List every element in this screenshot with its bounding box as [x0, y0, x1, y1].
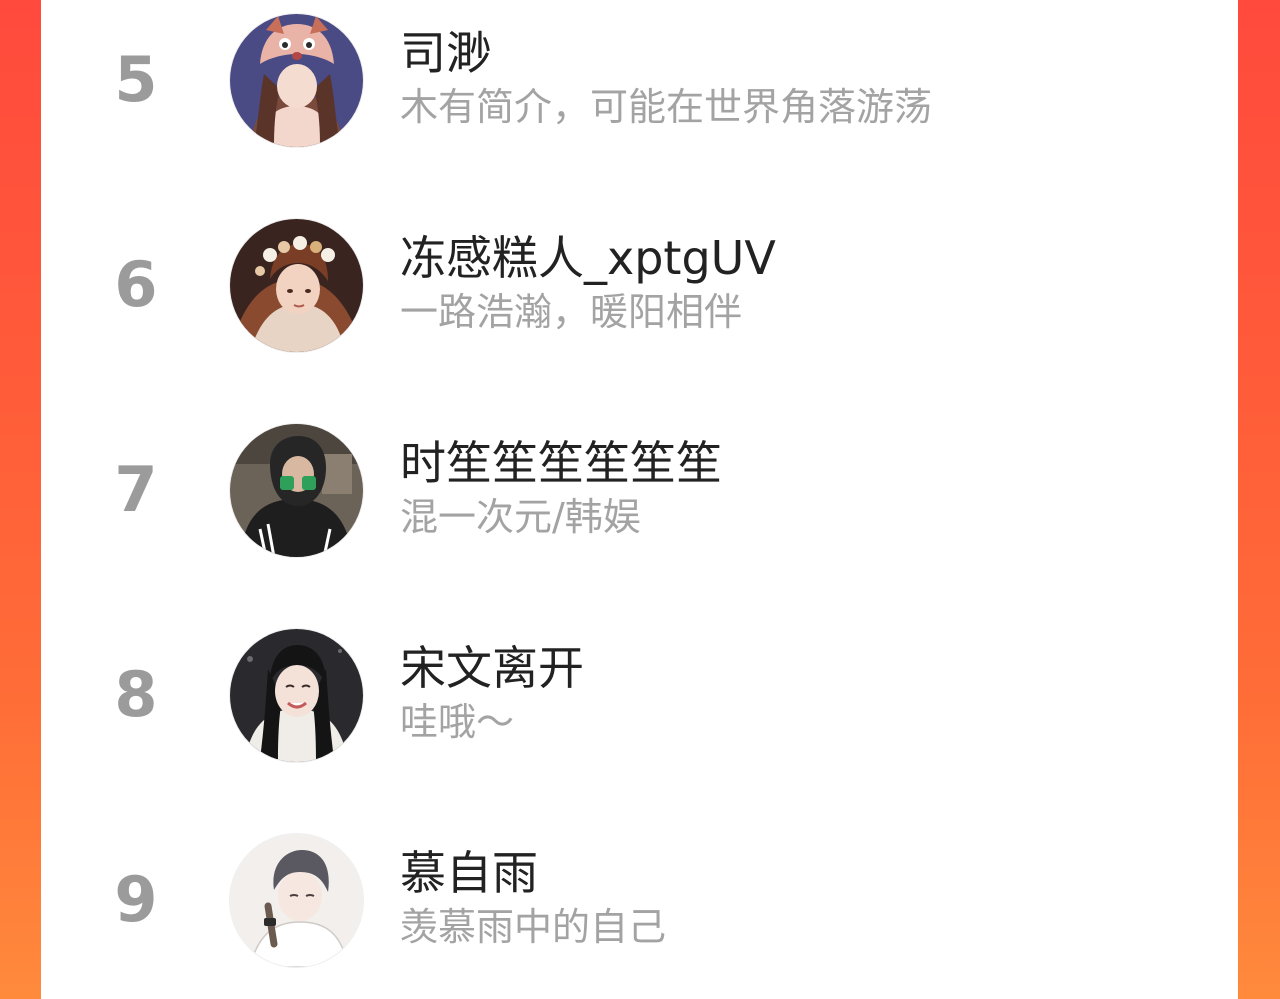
user-name[interactable]: 冻感糕人_xptgUV — [400, 229, 776, 287]
ranking-row[interactable]: 6 冻感糕人_xptgUV 一路浩瀚，暖阳相伴 — [41, 215, 1238, 355]
rank-number: 7 — [114, 453, 158, 526]
ranking-row[interactable]: 5 司渺 木有简介，可能在世界角落游荡 — [41, 10, 1238, 150]
rank-number: 8 — [114, 658, 158, 731]
user-avatar[interactable] — [230, 424, 363, 557]
user-avatar[interactable] — [230, 219, 363, 352]
user-name[interactable]: 宋文离开 — [400, 639, 584, 697]
user-bio: 羡慕雨中的自己 — [400, 905, 667, 949]
user-avatar[interactable] — [230, 14, 363, 147]
avatar-sketch-boy-icon — [230, 834, 363, 967]
user-avatar[interactable] — [230, 834, 363, 967]
avatar-girl-fox-hat-icon — [230, 14, 363, 147]
ranking-row[interactable]: 8 宋文离开 哇哦～ — [41, 625, 1238, 765]
ranking-row[interactable]: 7 时笙笙笙笙笙笙 混一次元/韩娱 — [41, 420, 1238, 560]
user-name[interactable]: 司渺 — [400, 24, 492, 82]
rank-number: 5 — [114, 43, 158, 116]
user-bio: 木有简介，可能在世界角落游荡 — [400, 85, 933, 129]
user-bio: 一路浩瀚，暖阳相伴 — [400, 290, 743, 334]
user-avatar[interactable] — [230, 629, 363, 762]
ranking-panel: 5 司渺 木有简介，可能在世界角落游荡 6 冻感糕人_xptgUV 一路浩瀚，暖… — [41, 0, 1238, 999]
user-name[interactable]: 时笙笙笙笙笙笙 — [400, 434, 722, 492]
avatar-girl-flower-crown-icon — [230, 219, 363, 352]
avatar-smiling-girl-icon — [230, 629, 363, 762]
user-name[interactable]: 慕自雨 — [400, 844, 538, 902]
rank-number: 6 — [114, 248, 158, 321]
user-bio: 混一次元/韩娱 — [400, 495, 641, 539]
user-bio: 哇哦～ — [400, 700, 515, 744]
rank-number: 9 — [114, 863, 158, 936]
avatar-hooded-person-icon — [230, 424, 363, 557]
ranking-row[interactable]: 9 慕自雨 羡慕雨中的自己 — [41, 830, 1238, 970]
